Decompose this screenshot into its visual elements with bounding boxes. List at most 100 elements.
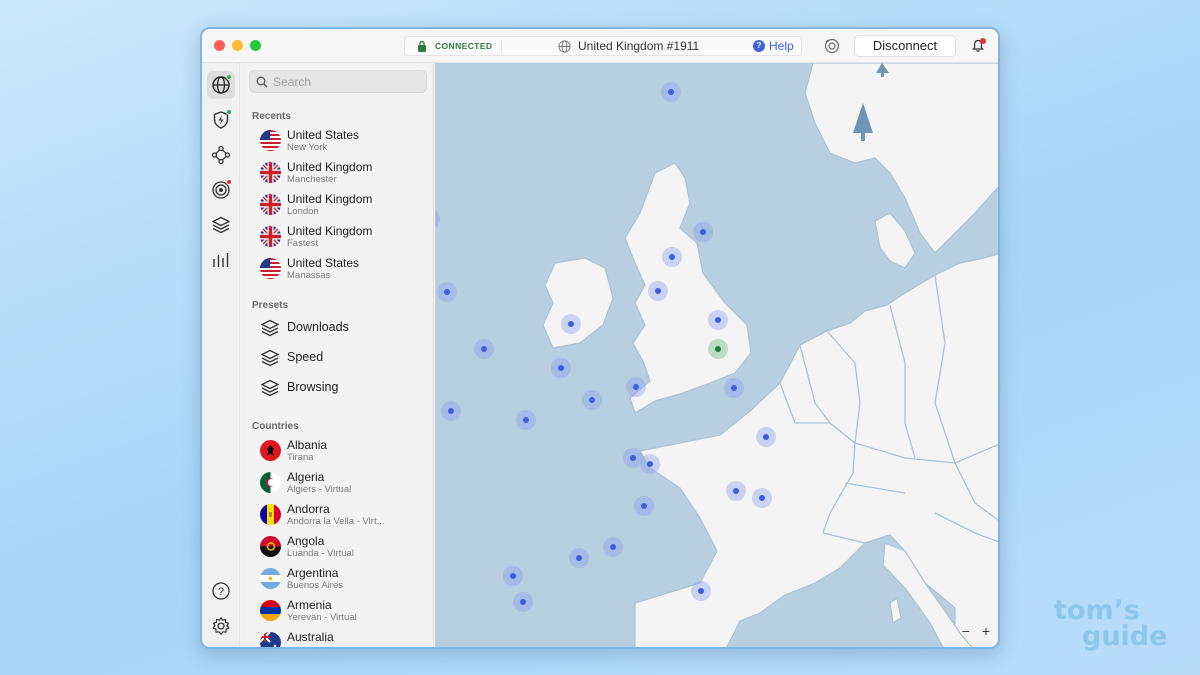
zoom-window-button[interactable]	[250, 40, 261, 51]
server-location-pin[interactable]	[551, 358, 571, 378]
server-location-pin[interactable]	[516, 410, 536, 430]
search-input[interactable]	[273, 74, 423, 90]
uk-flag-icon	[260, 194, 281, 215]
layers-icon	[211, 216, 231, 234]
am-flag-icon	[260, 600, 281, 621]
server-location-pin[interactable]	[756, 427, 776, 447]
recent-list-item[interactable]: United Kingdom London	[249, 190, 429, 220]
rail-help-button[interactable]: ?	[207, 577, 235, 605]
location-city: Manchester	[287, 174, 337, 185]
navigation-rail: ?	[202, 63, 240, 647]
country-list-item[interactable]: Algeria Algiers - Virtual	[249, 468, 429, 498]
toms-guide-logo: tom’s guide	[1054, 597, 1184, 650]
server-location-pin[interactable]	[661, 82, 681, 102]
location-city: Tirana	[287, 452, 314, 463]
rail-globe-button[interactable]	[207, 71, 235, 99]
country-list-item[interactable]: Armenia Yerevan - Virtual	[249, 596, 429, 626]
minimize-window-button[interactable]	[232, 40, 243, 51]
country-list-item[interactable]: Argentina Buenos Aires	[249, 564, 429, 594]
au-flag-icon	[260, 632, 281, 647]
location-city: Buenos Aires	[287, 580, 343, 591]
uk-flag-icon	[260, 162, 281, 183]
current-server[interactable]: United Kingdom #1911	[578, 39, 699, 53]
preset-label: Downloads	[287, 320, 349, 334]
rail-threat-protection-button[interactable]	[207, 106, 235, 134]
recent-list-item[interactable]: United States Manassas	[249, 254, 429, 284]
server-map[interactable]: − +	[435, 63, 998, 647]
stats-icon	[213, 253, 229, 267]
search-box[interactable]	[249, 70, 427, 93]
server-location-pin[interactable]	[503, 566, 523, 586]
location-name: Argentina	[287, 566, 339, 580]
rail-statistics-button[interactable]	[207, 246, 235, 274]
pause-connection-icon[interactable]	[824, 38, 840, 54]
recent-list-item[interactable]: United Kingdom Fastest	[249, 222, 429, 252]
location-name: United States	[287, 256, 360, 270]
location-name: Armenia	[287, 598, 332, 612]
location-name: Albania	[287, 438, 328, 452]
server-location-pin[interactable]	[634, 496, 654, 516]
server-location-pin[interactable]	[640, 454, 660, 474]
disconnect-button[interactable]: Disconnect	[854, 35, 956, 57]
location-city: Andorra la Vella - Virt...	[287, 516, 385, 527]
server-location-pin[interactable]	[441, 401, 461, 421]
preset-label: Speed	[287, 350, 324, 364]
country-list-item[interactable]: Albania Tirana	[249, 436, 429, 466]
server-location-pin[interactable]	[474, 339, 494, 359]
country-list-item[interactable]: Andorra Andorra la Vella - Virt...	[249, 500, 429, 530]
server-location-pin[interactable]	[724, 378, 744, 398]
location-city: New York	[287, 142, 328, 153]
preset-item[interactable]: Speed	[249, 345, 429, 371]
server-location-pin[interactable]	[569, 548, 589, 568]
recent-list-item[interactable]: United States New York	[249, 126, 429, 156]
server-location-pin[interactable]	[513, 592, 533, 612]
country-list-item[interactable]: Australia	[249, 628, 429, 647]
rail-settings-button[interactable]	[207, 612, 235, 640]
zoom-controls: − +	[954, 623, 990, 639]
rail-presets-button[interactable]	[207, 211, 235, 239]
location-name: United Kingdom	[287, 224, 373, 238]
connected-server-pin[interactable]	[708, 339, 728, 359]
server-location-pin[interactable]	[726, 481, 746, 501]
server-location-pin[interactable]	[752, 488, 772, 508]
divider	[501, 40, 502, 53]
location-name: United States	[287, 128, 360, 142]
rail-meshnet-button[interactable]	[207, 141, 235, 169]
server-location-pin[interactable]	[437, 282, 457, 302]
close-window-button[interactable]	[214, 40, 225, 51]
recent-list-item[interactable]: United Kingdom Manchester	[249, 158, 429, 188]
server-location-pin[interactable]	[662, 247, 682, 267]
app-window: CONNECTED United Kingdom #1911 ? Help Di…	[200, 27, 1000, 649]
layers-icon	[260, 349, 280, 367]
help-label: Help	[769, 39, 794, 53]
server-location-pin[interactable]	[626, 377, 646, 397]
server-list-sidebar: Recents United StatesNew YorkUnited King…	[241, 63, 434, 647]
country-list-item[interactable]: Angola Luanda - Virtual	[249, 532, 429, 562]
location-city: Fastest	[287, 238, 319, 249]
connection-status: CONNECTED	[435, 41, 493, 51]
zoom-out-button[interactable]: −	[962, 623, 970, 639]
preset-item[interactable]: Browsing	[249, 375, 429, 401]
server-location-pin[interactable]	[648, 281, 668, 301]
server-location-pin[interactable]	[691, 581, 711, 601]
alert-dot	[226, 179, 232, 185]
titlebar: CONNECTED United Kingdom #1911 ? Help Di…	[202, 29, 998, 63]
server-location-pin[interactable]	[693, 222, 713, 242]
preset-item[interactable]: Downloads	[249, 315, 429, 341]
location-name: Algeria	[287, 470, 325, 484]
rail-dark-web-monitor-button[interactable]	[207, 176, 235, 204]
countries-heading: Countries	[252, 421, 299, 432]
zoom-in-button[interactable]: +	[982, 623, 990, 639]
question-icon: ?	[753, 40, 765, 52]
location-name: Andorra	[287, 502, 330, 516]
server-location-pin[interactable]	[603, 537, 623, 557]
help-icon: ?	[212, 582, 230, 600]
ao-flag-icon	[260, 536, 281, 557]
notification-badge	[980, 38, 986, 44]
server-location-pin[interactable]	[708, 310, 728, 330]
server-location-pin[interactable]	[561, 314, 581, 334]
al-flag-icon	[260, 440, 281, 461]
ad-flag-icon	[260, 504, 281, 525]
dz-flag-icon	[260, 472, 281, 493]
server-location-pin[interactable]	[582, 390, 602, 410]
